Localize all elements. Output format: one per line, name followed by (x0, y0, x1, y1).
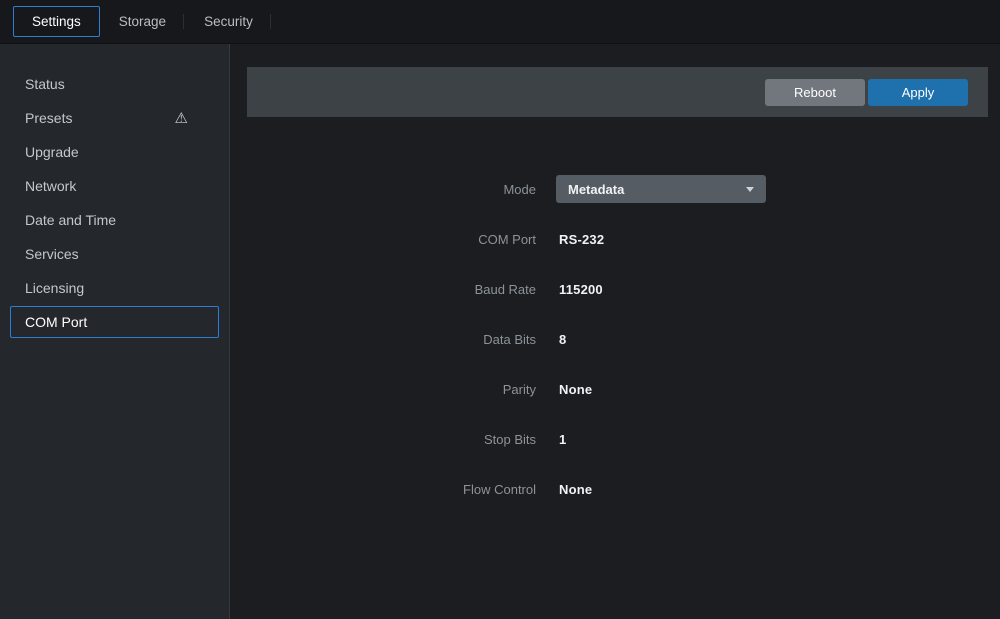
sidebar-item-label: Network (25, 178, 76, 194)
sidebar-item-presets[interactable]: Presets ⚠ (10, 102, 219, 134)
form-row-mode: Mode Metadata (230, 164, 1000, 214)
mode-dropdown[interactable]: Metadata (556, 175, 766, 203)
sidebar-item-label: COM Port (25, 314, 87, 330)
chevron-down-icon (746, 187, 754, 192)
stop-bits-label: Stop Bits (230, 432, 544, 447)
warning-icon: ⚠ (175, 111, 188, 126)
sidebar-item-upgrade[interactable]: Upgrade (10, 136, 219, 168)
sidebar-item-label: Presets (25, 110, 72, 126)
form-row-data-bits: Data Bits 8 (230, 314, 1000, 364)
baud-rate-value: 115200 (559, 282, 603, 297)
form-row-baud-rate: Baud Rate 115200 (230, 264, 1000, 314)
sidebar-item-date-and-time[interactable]: Date and Time (10, 204, 219, 236)
mode-dropdown-value: Metadata (568, 182, 624, 197)
sidebar-item-label: Upgrade (25, 144, 79, 160)
sidebar-item-label: Licensing (25, 280, 84, 296)
parity-value: None (559, 382, 592, 397)
parity-label: Parity (230, 382, 544, 397)
sidebar-item-label: Services (25, 246, 79, 262)
apply-button[interactable]: Apply (868, 79, 968, 106)
page-layout: Status Presets ⚠ Upgrade Network Date an… (0, 44, 1000, 619)
sidebar-item-status[interactable]: Status (10, 68, 219, 100)
mode-label: Mode (230, 182, 544, 197)
tab-storage[interactable]: Storage (100, 6, 185, 37)
form-row-stop-bits: Stop Bits 1 (230, 414, 1000, 464)
sidebar-item-label: Date and Time (25, 212, 116, 228)
action-bar: Reboot Apply (247, 67, 988, 117)
sidebar-item-licensing[interactable]: Licensing (10, 272, 219, 304)
sidebar-item-label: Status (25, 76, 65, 92)
com-port-value: RS-232 (559, 232, 604, 247)
top-nav: Settings Storage Security (0, 0, 1000, 44)
main-content: Reboot Apply Mode Metadata COM Port RS-2… (230, 44, 1000, 619)
data-bits-value: 8 (559, 332, 566, 347)
tab-settings[interactable]: Settings (13, 6, 100, 37)
sidebar-item-services[interactable]: Services (10, 238, 219, 270)
com-port-form: Mode Metadata COM Port RS-232 Baud Rate … (230, 164, 1000, 514)
flow-control-value: None (559, 482, 592, 497)
reboot-button[interactable]: Reboot (765, 79, 865, 106)
stop-bits-value: 1 (559, 432, 566, 447)
sidebar-item-com-port[interactable]: COM Port (10, 306, 219, 338)
tab-security[interactable]: Security (185, 6, 272, 37)
form-row-parity: Parity None (230, 364, 1000, 414)
data-bits-label: Data Bits (230, 332, 544, 347)
sidebar-item-network[interactable]: Network (10, 170, 219, 202)
form-row-flow-control: Flow Control None (230, 464, 1000, 514)
com-port-label: COM Port (230, 232, 544, 247)
sidebar: Status Presets ⚠ Upgrade Network Date an… (0, 44, 230, 619)
flow-control-label: Flow Control (230, 482, 544, 497)
baud-rate-label: Baud Rate (230, 282, 544, 297)
form-row-com-port: COM Port RS-232 (230, 214, 1000, 264)
